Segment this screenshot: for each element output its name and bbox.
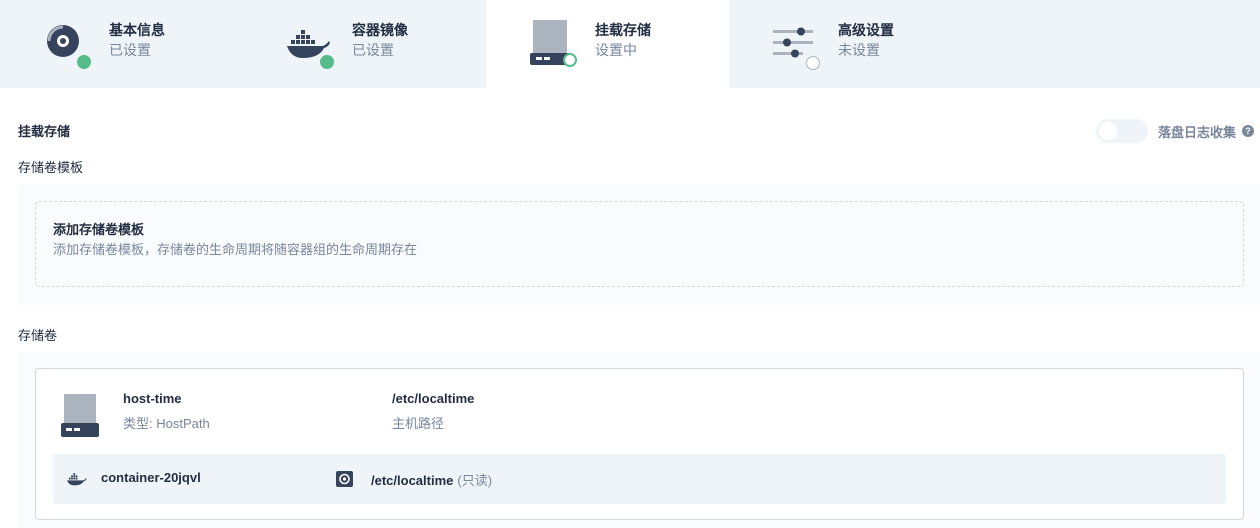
- section-title: 挂载存储: [18, 124, 71, 139]
- step-mount-storage[interactable]: 挂载存储 设置中: [486, 0, 729, 88]
- step-title: 基本信息: [109, 22, 165, 38]
- step-status: 已设置: [109, 42, 151, 58]
- template-area: 添加存储卷模板 添加存储卷模板，存储卷的生命周期将随容器组的生命周期存在: [18, 185, 1260, 305]
- storage-icon: [530, 20, 577, 67]
- step-container-image[interactable]: 容器镜像 已设置: [243, 0, 486, 88]
- container-name: container-20jqvl: [101, 470, 201, 485]
- mount-row: container-20jqvl /etc/localtime (只读): [53, 454, 1226, 504]
- status-dot: [320, 55, 334, 69]
- template-section-label: 存储卷模板: [18, 160, 84, 175]
- step-basic-info[interactable]: 基本信息 已设置: [0, 0, 243, 88]
- add-template-desc: 添加存储卷模板，存储卷的生命周期将随容器组的生命周期存在: [53, 242, 418, 257]
- toggle-knob: [1098, 122, 1117, 140]
- step-title: 容器镜像: [352, 22, 408, 38]
- add-template-title: 添加存储卷模板: [53, 222, 145, 237]
- step-advanced-settings[interactable]: 高级设置 未设置: [729, 0, 972, 88]
- sliders-icon: [773, 20, 820, 70]
- volume-host-path: /etc/localtime: [392, 391, 475, 406]
- mount-path: /etc/localtime (只读): [371, 470, 492, 489]
- step-status: 未设置: [838, 42, 880, 58]
- step-status: 已设置: [352, 42, 394, 58]
- add-volume-template-button[interactable]: 添加存储卷模板 添加存储卷模板，存储卷的生命周期将随容器组的生命周期存在: [35, 201, 1244, 287]
- mount-volume-icon: [336, 471, 353, 487]
- status-dot: [563, 53, 577, 67]
- volume-type: 类型: HostPath: [123, 416, 210, 431]
- volume-path-label: 主机路径: [392, 416, 445, 431]
- status-dot: [806, 56, 820, 70]
- mount-mode: (只读): [457, 473, 493, 488]
- step-title: 高级设置: [838, 22, 894, 38]
- mount-path-text: /etc/localtime: [371, 473, 454, 488]
- log-collection-toggle[interactable]: [1095, 119, 1148, 143]
- steps-bar: 基本信息 已设置 容器镜像 已设置 挂载存储 设置中 高级设置 未设置: [0, 0, 1260, 88]
- volume-card[interactable]: host-time 类型: HostPath /etc/localtime 主机…: [35, 368, 1244, 520]
- docker-icon: [67, 471, 87, 487]
- volume-icon: [61, 392, 99, 438]
- log-collection-label: 落盘日志收集: [1157, 124, 1236, 140]
- volume-name: host-time: [123, 391, 182, 406]
- volumes-area: host-time 类型: HostPath /etc/localtime 主机…: [18, 352, 1260, 528]
- help-icon[interactable]: ?: [1242, 125, 1254, 137]
- status-dot: [77, 55, 91, 69]
- step-title: 挂载存储: [595, 22, 651, 38]
- docker-icon: [287, 20, 334, 69]
- disk-icon: [44, 20, 91, 69]
- step-status: 设置中: [595, 42, 637, 58]
- log-collection-control: 落盘日志收集 ?: [1095, 119, 1254, 143]
- volumes-section-label: 存储卷: [18, 328, 58, 343]
